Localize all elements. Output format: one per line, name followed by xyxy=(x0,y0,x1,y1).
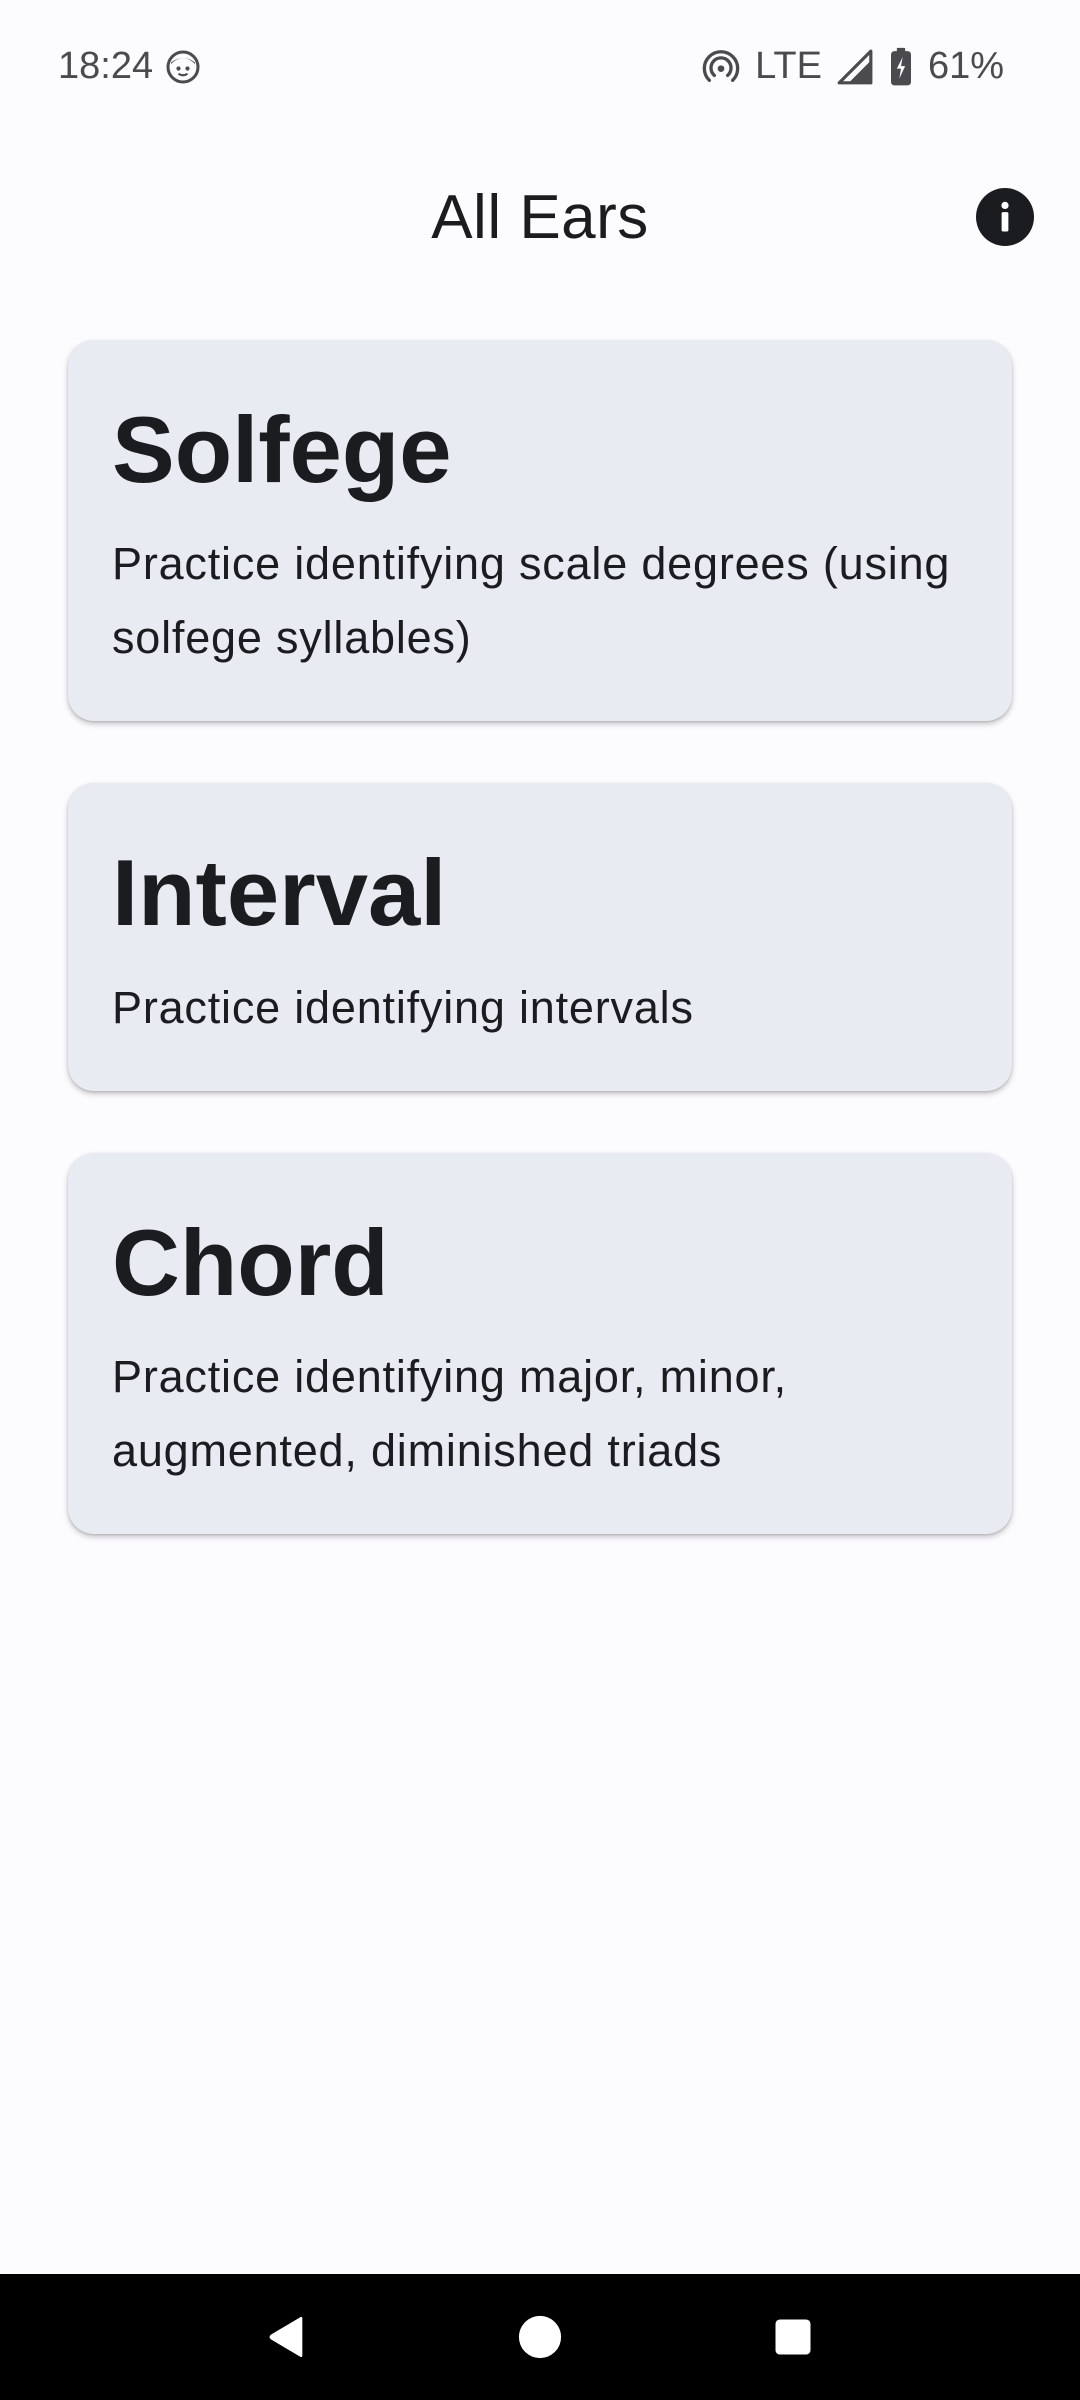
system-nav-bar xyxy=(0,2274,1080,2400)
status-bar: 18:24 LTE 61% xyxy=(0,0,1080,132)
network-type: LTE xyxy=(755,44,822,87)
status-right: LTE 61% xyxy=(701,45,1004,88)
nav-recents-button[interactable] xyxy=(748,2292,838,2382)
face-icon xyxy=(165,45,201,88)
app-bar: All Ears xyxy=(0,132,1080,302)
card-title: Interval xyxy=(112,840,447,946)
info-button[interactable] xyxy=(976,188,1034,246)
status-left: 18:24 xyxy=(58,45,201,88)
battery-charging-icon xyxy=(888,45,914,88)
card-description: Practice identifying scale degrees (usin… xyxy=(112,538,951,664)
hotspot-icon xyxy=(701,45,741,88)
status-time: 18:24 xyxy=(58,44,154,87)
home-icon xyxy=(517,2314,563,2360)
card-title: Chord xyxy=(112,1209,389,1315)
recents-icon xyxy=(772,2316,814,2358)
card-description: Practice identifying major, minor, augme… xyxy=(112,1351,787,1477)
nav-back-button[interactable] xyxy=(242,2292,332,2382)
exercise-list: Solfege Practice identifying scale degre… xyxy=(68,340,1012,1596)
back-icon xyxy=(264,2314,310,2360)
battery-level: 61% xyxy=(927,44,1004,87)
card-description: Practice identifying intervals xyxy=(112,981,694,1033)
card-title: Solfege xyxy=(112,397,452,502)
nav-home-button[interactable] xyxy=(495,2292,585,2382)
card-solfege[interactable]: Solfege Practice identifying scale degre… xyxy=(68,340,1012,722)
signal-icon xyxy=(836,45,874,88)
info-icon xyxy=(976,188,1034,246)
card-chord[interactable]: Chord Practice identifying major, minor,… xyxy=(68,1152,1012,1535)
page-title: All Ears xyxy=(431,182,649,252)
card-interval[interactable]: Interval Practice identifying intervals xyxy=(68,783,1012,1091)
